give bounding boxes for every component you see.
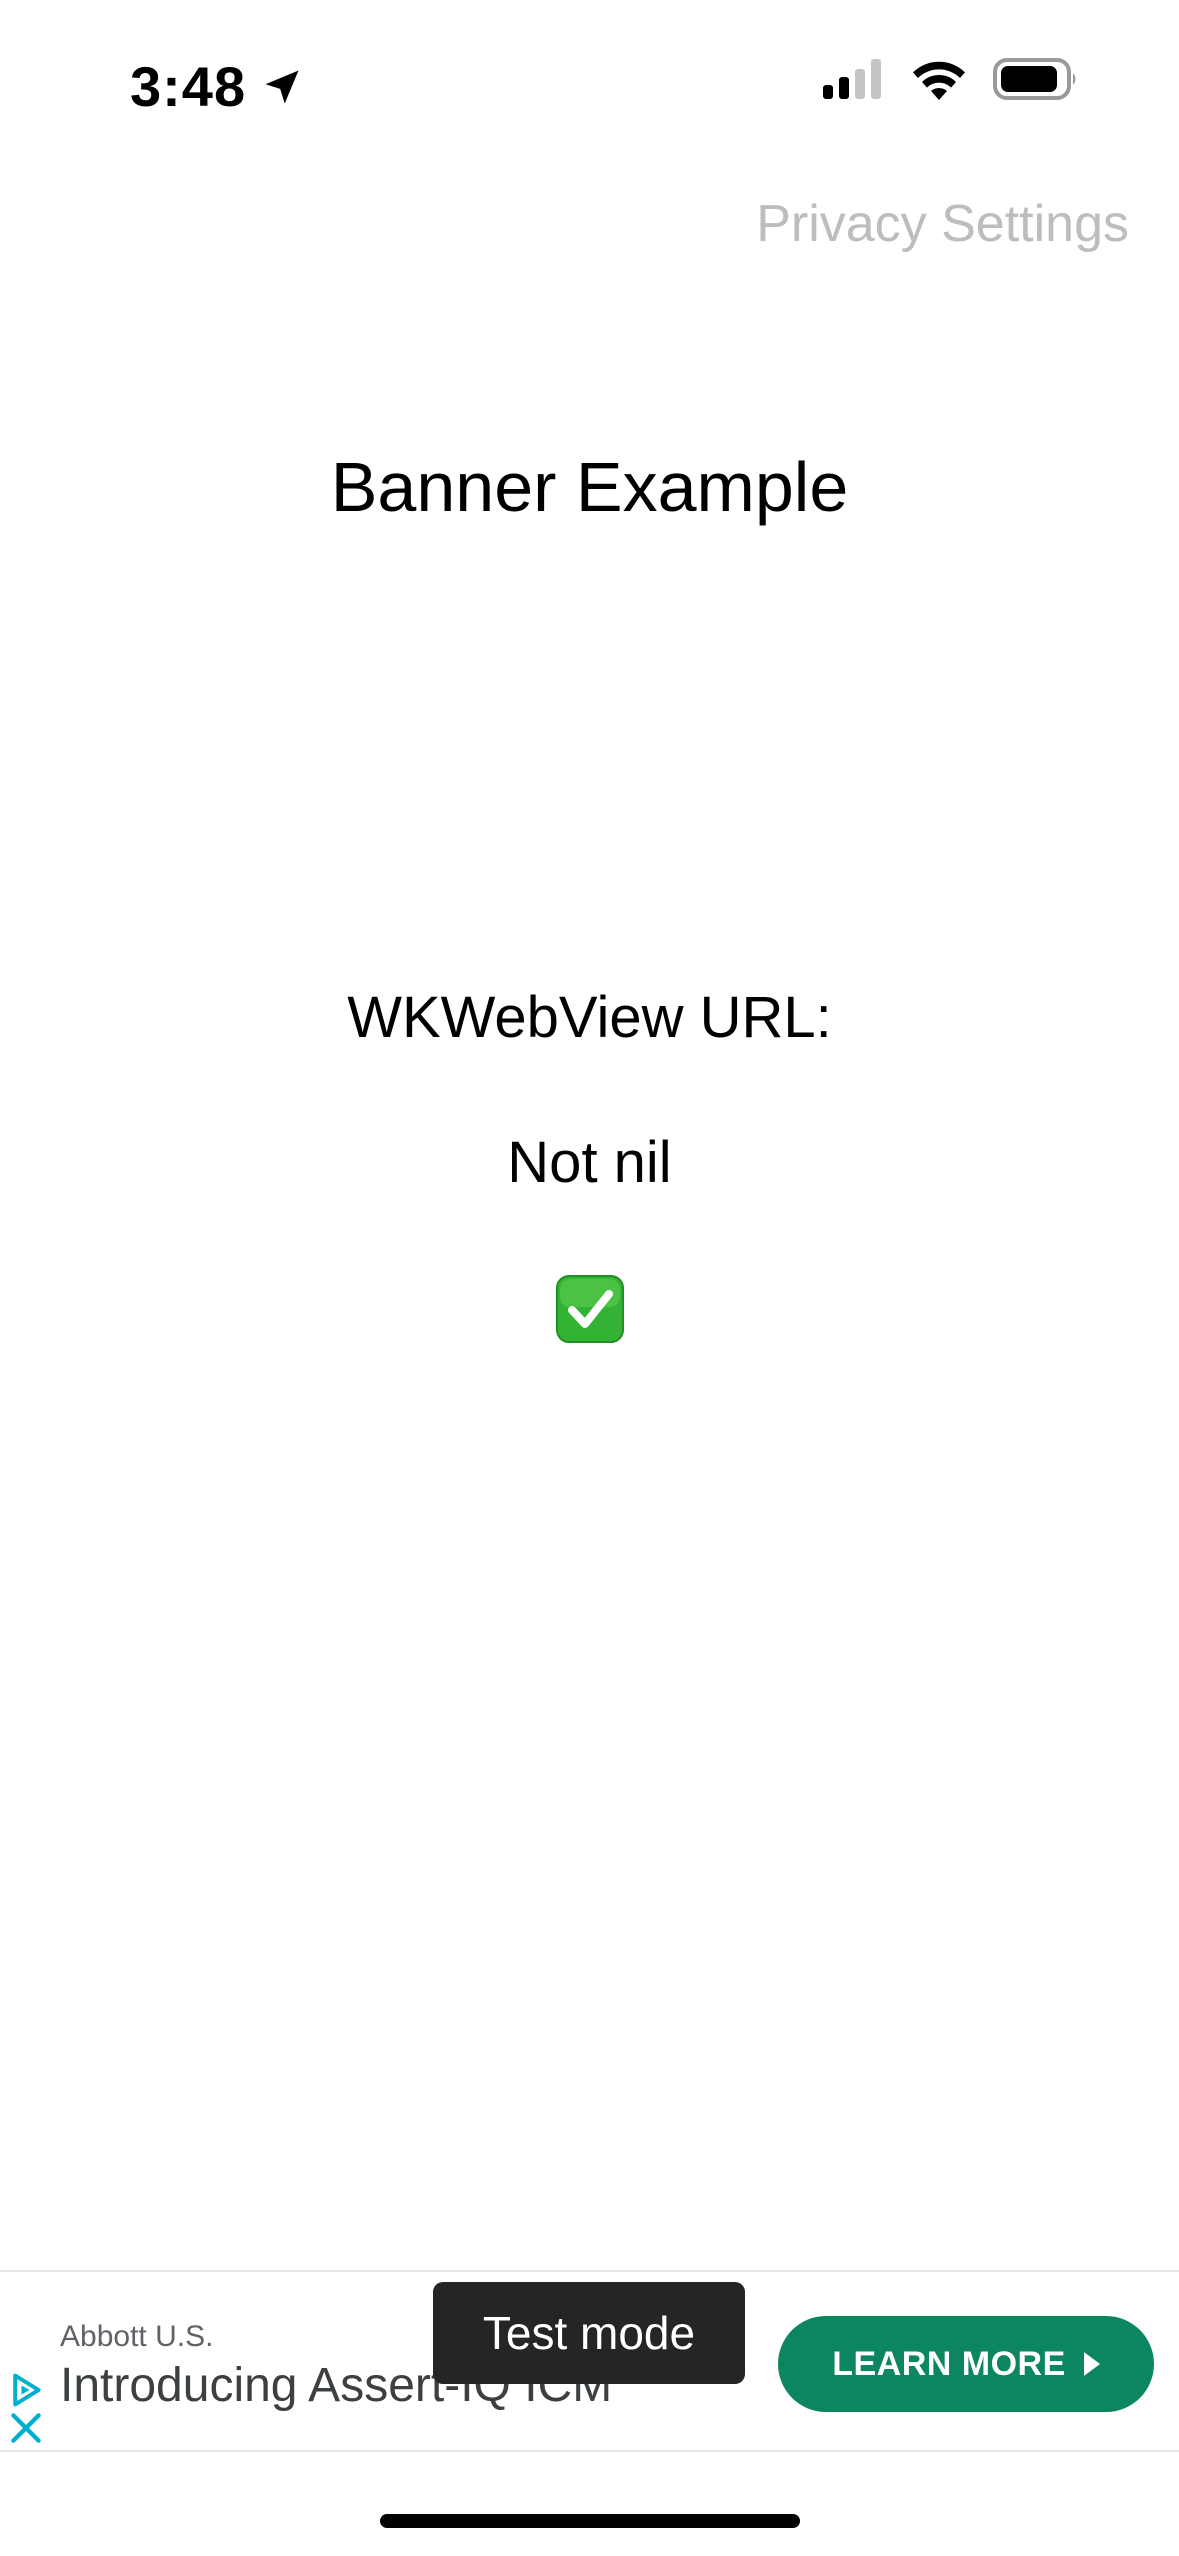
play-arrow-icon	[1083, 2352, 1100, 2376]
close-icon[interactable]	[8, 2410, 44, 2446]
learn-more-label: LEARN MORE	[832, 2344, 1066, 2383]
learn-more-button[interactable]: LEARN MORE	[778, 2316, 1154, 2412]
adchoices-icon[interactable]	[8, 2372, 44, 2408]
status-time: 3:48	[130, 52, 304, 122]
battery-icon	[993, 58, 1076, 100]
webview-url-label: WKWebView URL:	[347, 985, 832, 1050]
page-title: Banner Example	[330, 448, 849, 526]
test-mode-badge: Test mode	[433, 2282, 745, 2384]
wifi-icon	[913, 61, 965, 100]
status-icons	[823, 58, 1079, 100]
cellular-signal-icon	[823, 59, 881, 99]
privacy-settings-button[interactable]: Privacy Settings	[756, 194, 1129, 254]
home-indicator[interactable]	[380, 2514, 800, 2528]
status-time-text: 3:48	[130, 55, 247, 118]
check-mark-icon	[556, 1275, 624, 1343]
location-arrow-icon	[265, 70, 299, 104]
webview-url-value: Not nil	[507, 1130, 672, 1195]
ad-advertiser: Abbott U.S.	[60, 2320, 214, 2353]
